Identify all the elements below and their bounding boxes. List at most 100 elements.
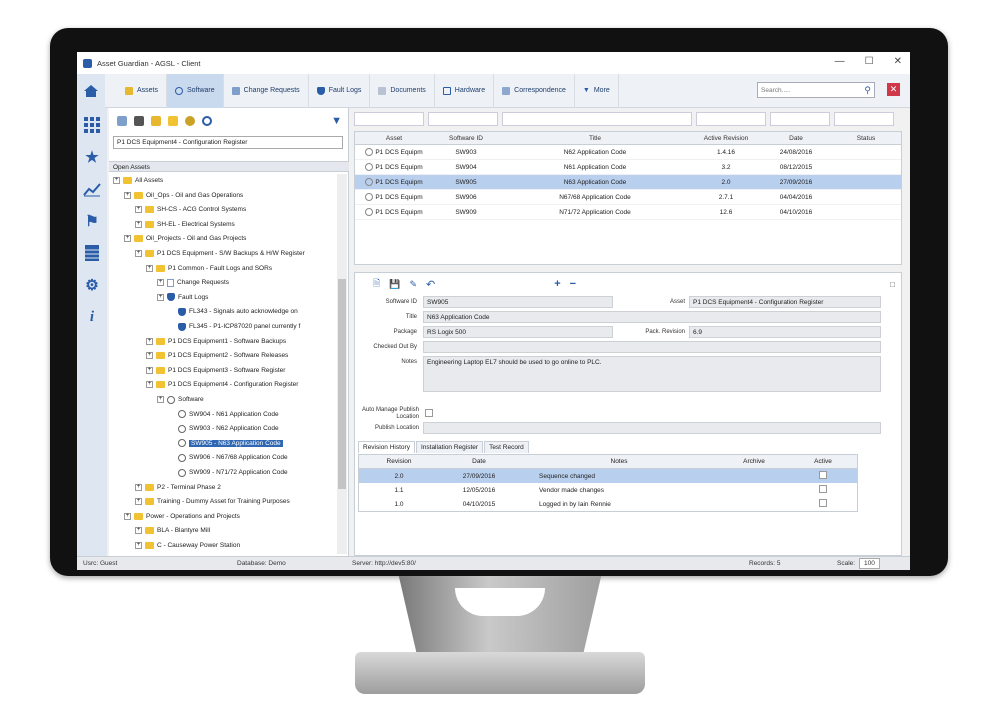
filter-input[interactable]	[502, 112, 692, 126]
tree-node[interactable]: + Oil_Projects - Oil and Gas Projects	[124, 232, 246, 245]
expander-icon[interactable]	[168, 411, 175, 418]
column-header[interactable]: Software ID	[433, 132, 499, 144]
expander-icon[interactable]	[168, 323, 175, 330]
expander-icon[interactable]: +	[146, 366, 153, 374]
tree-node[interactable]: + C - Causeway Power Station	[135, 539, 240, 552]
tree-node[interactable]: + SH-CS - ACG Control Systems	[135, 203, 246, 216]
table-row[interactable]: P1 DCS Equipm SW904 N61 Application Code 3.…	[355, 160, 901, 175]
expander-icon[interactable]: +	[135, 250, 142, 257]
column-header[interactable]: Revision	[359, 458, 439, 465]
scale-input[interactable]: 100	[859, 558, 880, 569]
expander-icon[interactable]	[168, 308, 175, 315]
expander-icon[interactable]: +	[146, 381, 153, 389]
tree-node[interactable]: + Fault Logs	[157, 291, 208, 304]
tab-revision-history[interactable]: Revision History	[358, 441, 415, 453]
tree-node[interactable]: SW905 - N63 Application Code	[168, 437, 283, 450]
tab-more[interactable]: ▼ More	[575, 73, 619, 108]
tab-installation-register[interactable]: Installation Register	[415, 441, 484, 453]
tab-software[interactable]: Software	[167, 73, 224, 108]
auto-manage-checkbox[interactable]	[425, 409, 433, 417]
tree-node[interactable]: + P1 DCS Equipment4 - Configuration Regis…	[146, 378, 298, 391]
tree-node[interactable]: + Power - Operations and Projects	[124, 510, 240, 523]
expander-icon[interactable]	[168, 469, 175, 476]
column-header[interactable]: Title	[499, 132, 691, 144]
alarm-icon[interactable]	[185, 116, 195, 126]
table-row[interactable]: 1.0 04/10/2015 Logged in by Iain Rennie	[359, 497, 857, 511]
maximize-panel-icon[interactable]: □	[890, 280, 895, 289]
tree-node[interactable]: + Change Requests	[157, 276, 229, 289]
edit-icon[interactable]: ✎	[409, 279, 417, 290]
tree-node[interactable]: + Training - Dummy Asset for Training Pur…	[135, 495, 290, 508]
tab-hardware[interactable]: Hardware	[435, 73, 495, 108]
column-header[interactable]: Notes	[519, 458, 719, 465]
active-checkbox[interactable]	[819, 485, 827, 493]
expander-icon[interactable]: +	[135, 220, 142, 228]
filter-input[interactable]	[696, 112, 766, 126]
expander-icon[interactable]	[168, 440, 175, 447]
tab-assets[interactable]: Assets	[117, 73, 168, 108]
column-header[interactable]: Status	[831, 132, 901, 144]
expander-icon[interactable]: +	[157, 279, 164, 287]
add-icon[interactable]: +	[554, 278, 560, 290]
filter-icon[interactable]: ▼	[331, 115, 342, 127]
table-row[interactable]: P1 DCS Equipm SW905 N63 Application Code 2.…	[355, 175, 901, 190]
column-header[interactable]: Asset	[355, 132, 433, 144]
star-icon[interactable]: ★	[83, 148, 101, 166]
expander-icon[interactable]: +	[157, 396, 164, 403]
table-row[interactable]: 1.1 12/05/2016 Vendor made changes	[359, 483, 857, 497]
title-field[interactable]: N63 Application Code	[423, 311, 881, 323]
move-icon[interactable]	[168, 116, 178, 126]
tab-documents[interactable]: Documents	[370, 73, 435, 108]
search-input[interactable]: Search..... ⚲	[757, 82, 875, 98]
expander-icon[interactable]: +	[135, 542, 142, 549]
package-field[interactable]: RS Logix 500	[423, 326, 613, 338]
tree-node[interactable]: + P1 Common - Fault Logs and SORs	[146, 262, 272, 275]
filter-input[interactable]	[834, 112, 894, 126]
column-header[interactable]: Archive	[719, 458, 789, 465]
expander-icon[interactable]: +	[113, 177, 120, 184]
close-icon[interactable]: ✕	[894, 56, 902, 67]
expander-icon[interactable]: +	[124, 512, 131, 520]
tree-node[interactable]: + All Assets	[113, 174, 163, 187]
hardware-chip-icon[interactable]	[134, 116, 144, 126]
software-id-field[interactable]: SW905	[423, 296, 613, 308]
tree-node[interactable]: FL343 - Signals auto acknowledge on	[168, 305, 298, 318]
grid-icon[interactable]	[83, 116, 101, 134]
filter-input[interactable]	[770, 112, 830, 126]
save-icon[interactable]: 💾	[389, 279, 400, 290]
tree-scrollbar[interactable]	[337, 174, 347, 554]
tab-correspondence[interactable]: Correspondence	[494, 73, 575, 108]
column-header[interactable]: Date	[439, 458, 519, 465]
expander-icon[interactable]: +	[135, 483, 142, 491]
tree-node[interactable]: + SH-EL - Electrical Systems	[135, 218, 235, 231]
expander-icon[interactable]: +	[124, 235, 131, 243]
undo-icon[interactable]: ↶	[426, 278, 435, 291]
table-row[interactable]: P1 DCS Equipm SW903 N62 Application Code 1.…	[355, 145, 901, 160]
tree-node[interactable]: SW904 - N61 Application Code	[168, 408, 279, 421]
expander-icon[interactable]: +	[146, 264, 153, 272]
expander-icon[interactable]: +	[124, 191, 131, 199]
remove-icon[interactable]: −	[570, 278, 576, 290]
table-row[interactable]: 2.0 27/09/2016 Sequence changed	[359, 469, 857, 483]
expander-icon[interactable]: +	[135, 527, 142, 535]
expander-icon[interactable]: +	[146, 337, 153, 345]
maximize-icon[interactable]: ☐	[865, 56, 874, 67]
asset-selector[interactable]: P1 DCS Equipment4 - Configuration Regist…	[113, 136, 343, 149]
tab-fault-logs[interactable]: Fault Logs	[309, 73, 371, 108]
tree-node[interactable]: + P1 DCS Equipment - S/W Backups & H/W Re…	[135, 247, 305, 260]
column-header[interactable]: Date	[761, 132, 831, 144]
folder-edit-icon[interactable]	[151, 116, 161, 126]
pack-revision-field[interactable]: 6.9	[689, 326, 881, 338]
tree-node[interactable]: + P1 DCS Equipment1 - Software Backups	[146, 335, 286, 348]
column-header[interactable]: Active	[789, 458, 857, 465]
flag-icon[interactable]: ⚑	[83, 212, 101, 230]
search-icon[interactable]: ⚲	[864, 85, 871, 96]
home-button[interactable]	[77, 73, 105, 108]
expander-icon[interactable]: +	[146, 352, 153, 360]
tree-node[interactable]: + BLA - Blantyre Mill	[135, 524, 210, 537]
tree-node[interactable]: SW909 - N71/72 Application Code	[168, 466, 288, 479]
filter-input[interactable]	[354, 112, 424, 126]
minimize-icon[interactable]: —	[835, 56, 845, 67]
expander-icon[interactable]	[168, 454, 175, 461]
tree-node[interactable]: + P2 - Terminal Phase 2	[135, 481, 221, 494]
